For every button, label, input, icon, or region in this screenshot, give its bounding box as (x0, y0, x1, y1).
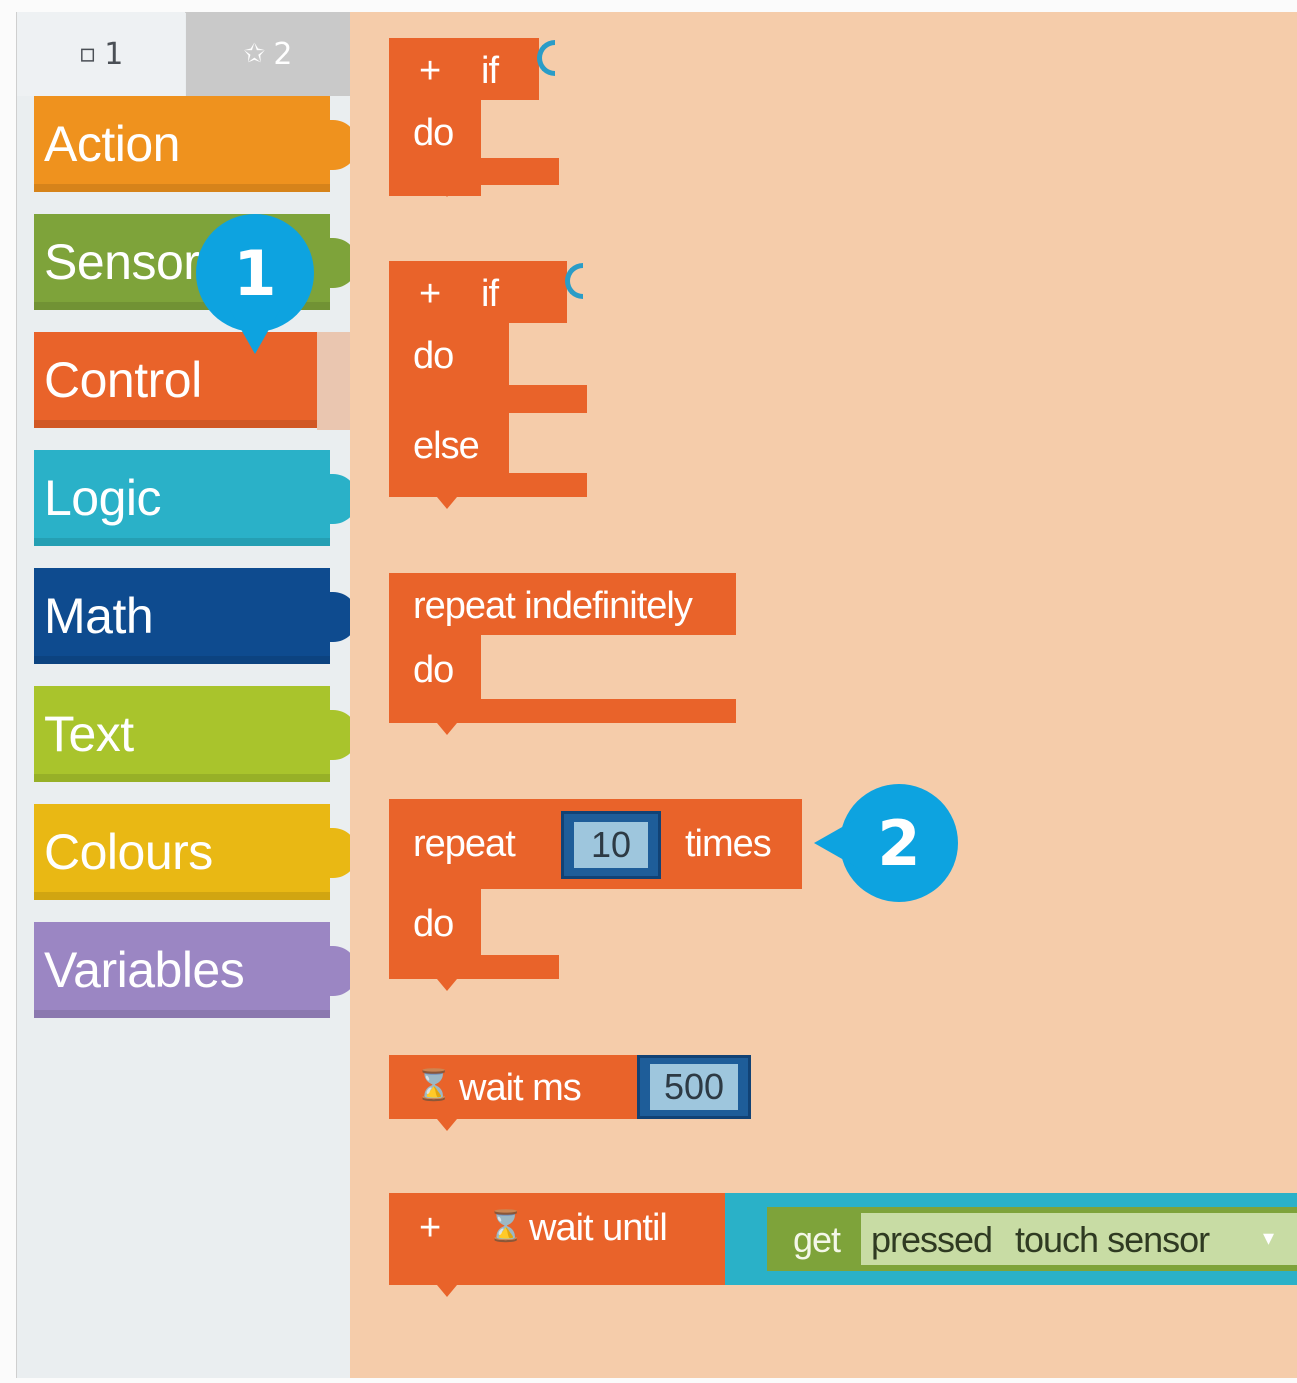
mutator-plus-icon[interactable]: + (419, 1207, 441, 1250)
do-label: do (413, 335, 454, 377)
if-block[interactable]: + if do (389, 38, 559, 197)
category-label: Sensor (44, 234, 200, 290)
tab-2[interactable]: ✩ 2 (186, 12, 350, 96)
tab-1[interactable]: ▫ 1 (17, 12, 185, 96)
category-label: Action (44, 116, 180, 172)
selected-category-highlight (317, 332, 350, 430)
repeat-indefinitely-label: repeat indefinitely (413, 585, 693, 627)
hourglass-icon: ⌛ (487, 1210, 524, 1243)
tab-label: 1 (104, 36, 124, 72)
category-text[interactable]: Text (34, 686, 358, 782)
category-label: Colours (44, 824, 213, 880)
do-label: do (413, 649, 454, 691)
square-icon: ▫ (78, 39, 97, 69)
times-label: times (685, 823, 772, 865)
wait-ms-value[interactable]: 500 (650, 1064, 738, 1110)
annotation-marker-1: 1 (196, 214, 314, 354)
sensor-dropdown[interactable]: pressed touch sensor ▾ (861, 1213, 1297, 1265)
repeat-forever-block[interactable]: repeat indefinitely do (389, 573, 736, 735)
category-variables[interactable]: Variables (34, 922, 358, 1018)
category-logic[interactable]: Logic (34, 450, 358, 546)
if-else-block[interactable]: + if do else (389, 261, 587, 509)
wait-ms-label: wait ms (459, 1067, 582, 1109)
do-label: do (413, 112, 454, 154)
category-label: Variables (44, 942, 245, 998)
wait-until-label: wait until (529, 1207, 668, 1249)
if-label: if (481, 50, 499, 92)
wait-until-block[interactable]: get pressed touch sensor ▾ + ⌛ wait unti… (389, 1193, 1297, 1297)
hourglass-icon: ⌛ (415, 1069, 452, 1102)
category-math[interactable]: Math (34, 568, 358, 664)
wait-ms-field[interactable]: 500 (637, 1055, 751, 1119)
category-colours[interactable]: Colours (34, 804, 358, 900)
get-sensor-block[interactable]: get pressed touch sensor ▾ (767, 1207, 1297, 1271)
annotation-marker-2: 2 (814, 784, 958, 902)
star-icon: ✩ (243, 39, 266, 69)
repeat-times-block[interactable]: repeat 10 times do (389, 799, 802, 991)
repeat-count-value[interactable]: 10 (574, 822, 648, 868)
category-label: Text (44, 706, 134, 762)
sensor-mode-value: pressed (871, 1219, 993, 1260)
condition-socket[interactable] (565, 263, 583, 299)
else-label: else (413, 425, 480, 467)
mutator-plus-icon[interactable]: + (419, 50, 441, 93)
if-label: if (481, 273, 499, 315)
get-label: get (793, 1219, 841, 1260)
category-action[interactable]: Action (34, 96, 358, 192)
repeat-count-field[interactable]: 10 (561, 811, 661, 879)
wait-ms-block[interactable]: ⌛ wait ms 500 (389, 1055, 751, 1131)
chevron-down-icon[interactable]: ▾ (1263, 1225, 1274, 1251)
category-label: Control (44, 352, 202, 408)
repeat-label: repeat (413, 823, 516, 865)
sensor-name-value: touch sensor (1015, 1219, 1210, 1260)
tab-label: 2 (273, 36, 293, 72)
category-label: Math (44, 588, 154, 644)
mutator-plus-icon[interactable]: + (419, 273, 441, 316)
category-label: Logic (44, 470, 162, 526)
do-label: do (413, 903, 454, 945)
